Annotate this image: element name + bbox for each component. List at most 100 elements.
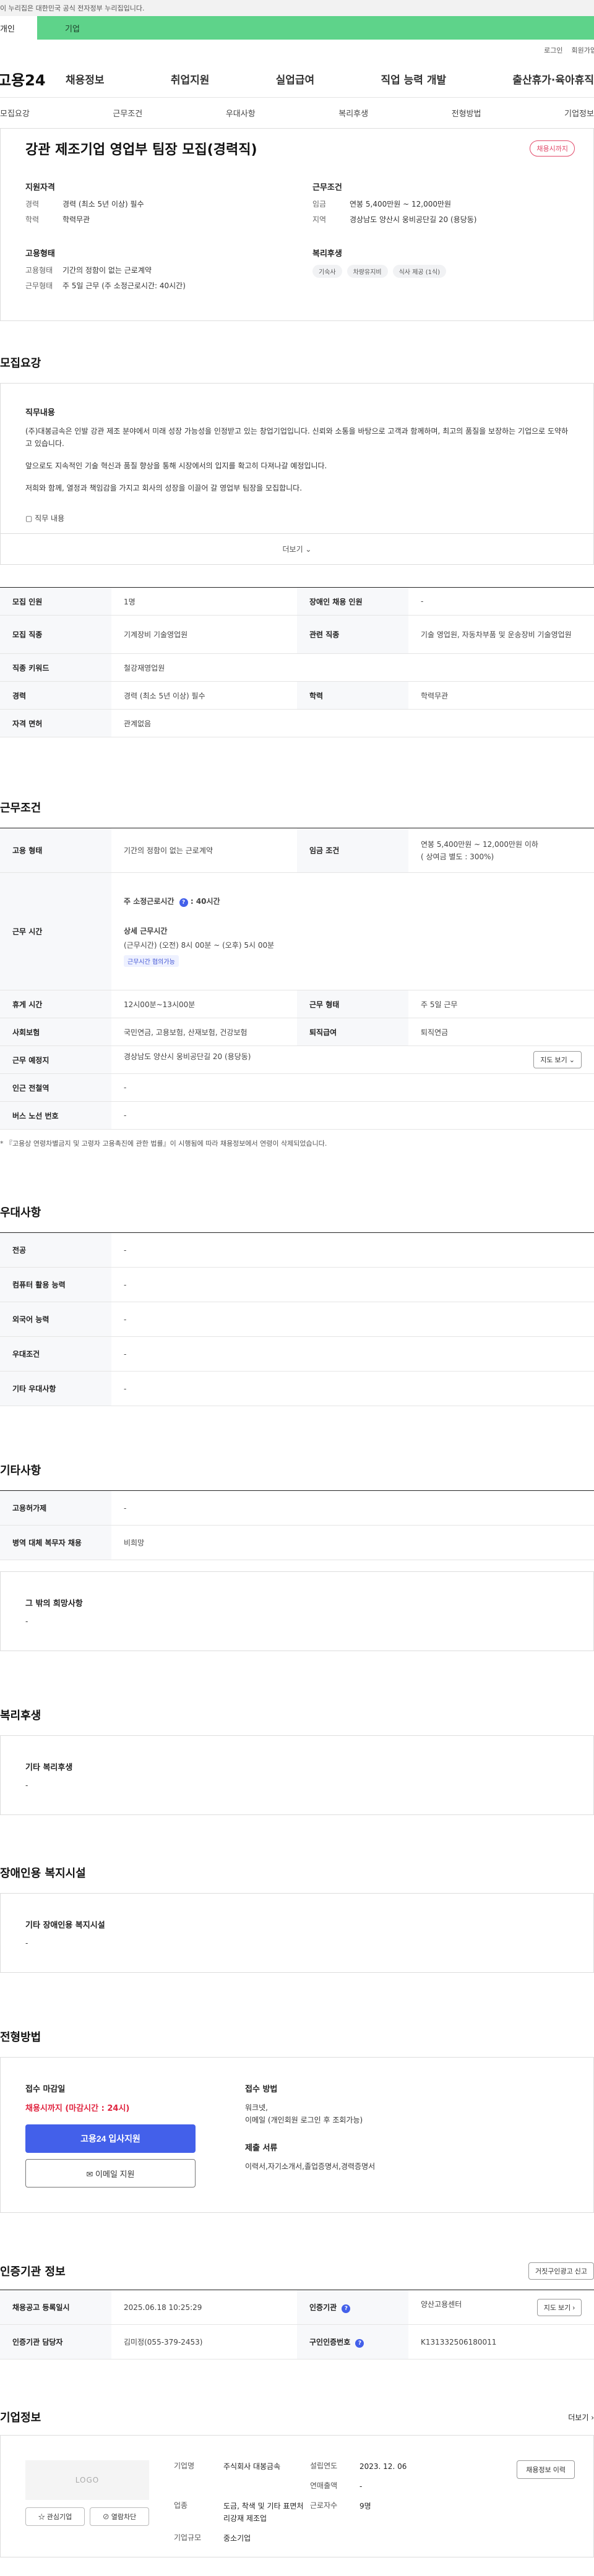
table-value: - [111, 1073, 594, 1102]
wage-sub: ( 상여금 별도 : 300%) [421, 852, 494, 861]
section-title-welfare: 복리후생 [0, 1709, 41, 1722]
job-description-check: ▢ 직무 내용 [25, 514, 65, 523]
table-value: 12시00분~13시00분 [111, 990, 297, 1018]
anchor-recruit[interactable]: 모집요강 [0, 107, 30, 119]
summary-employment: 고용형태 고용형태 기간의 정함이 없는 근로계약 근무형태 주 5일 근무 (주 … [25, 247, 288, 296]
info-icon[interactable]: ? [342, 2304, 351, 2313]
anchor-work[interactable]: 근무조건 [113, 107, 142, 119]
table-key: 인증기관 담당자 [0, 2324, 111, 2359]
table-value: - [111, 1336, 594, 1372]
more-button[interactable]: 더보기 ⌄ [1, 533, 593, 564]
anchor-pref[interactable]: 우대사항 [226, 107, 256, 119]
table-value: K131332506180011 [408, 2324, 594, 2359]
report-fake-ad-button[interactable]: 거짓구인광고 신고 [528, 2262, 594, 2280]
detail-hours-value: (근무시간) (오전) 8시 00분 ~ (오후) 5시 00분 [124, 941, 275, 950]
label: 업종 [174, 2501, 188, 2510]
table-key: 전공 [0, 1232, 111, 1268]
anchor-company[interactable]: 기업정보 [564, 107, 594, 119]
table-value: 기술 영업원, 자동차부품 및 운송장비 기술영업원 [408, 615, 594, 654]
table-value: 경상남도 양산시 웅비공단길 20 (용당동) 지도 보기 ⌄ [111, 1045, 594, 1074]
deadline-value: 채용시까지 (마감시간 : 24시) [25, 2104, 130, 2113]
label: 경력 [25, 200, 40, 208]
table-value: 비희망 [111, 1525, 594, 1560]
table-row: 고용 형태 기간의 정함이 없는 근로계약 임금 조건 연봉 5,400만원 ~ … [0, 828, 594, 873]
job-history-button[interactable]: 채용정보 이력 [517, 2460, 575, 2479]
info-icon[interactable]: ? [179, 898, 188, 907]
table-value: 철강재영업원 [111, 653, 594, 682]
label: 고용형태 [25, 266, 53, 275]
table-key: 근무 시간 [0, 872, 111, 990]
table-key: 기타 우대사항 [0, 1371, 111, 1406]
gov-banner-text: 이 누리집은 대한민국 공식 전자정부 누리집입니다. [0, 4, 145, 12]
label: 임금 [312, 200, 327, 208]
table-key: 버스 노선 번호 [0, 1101, 111, 1130]
pref-table: 전공 - 컴퓨터 활용 능력 - 외국어 능력 - 우대조건 - 기타 우대사항 - [0, 1232, 594, 1406]
job-title: 강관 제조기업 영업부 팀장 모집(경력직) [25, 142, 257, 158]
job-description-text: 앞으로도 지속적인 기술 혁신과 품질 향상을 통해 시장에서의 입지를 확고히… [25, 462, 327, 470]
value: 주식회사 대봉금속 [223, 2462, 281, 2471]
deadline-badge: 채용시까지 [530, 140, 575, 157]
login-link[interactable]: 로그인 [544, 45, 562, 55]
agency-table: 채용공고 등록일시 2025.06.18 10:25:29 인증기관 ? 양산고용… [0, 2290, 594, 2359]
table-value: 2025.06.18 10:25:29 [111, 2290, 297, 2325]
label: 지역 [312, 215, 327, 224]
tab-person[interactable]: 개인 [0, 16, 37, 40]
welfare-box-title: 기타 복리후생 [25, 1763, 73, 1772]
docs-value: 이력서,자기소개서,졸업증명서,경력증명서 [245, 2162, 376, 2171]
label: 설립연도 [310, 2462, 338, 2470]
table-key: 임금 조건 [297, 828, 408, 873]
section-title-recruit: 모집요강 [0, 357, 41, 370]
welfare-chip: 차량유지비 [346, 265, 388, 278]
tab-company[interactable]: 기업 [37, 16, 594, 40]
info-icon[interactable]: ? [355, 2338, 364, 2348]
company-header: 기업정보 더보기 › [0, 2409, 594, 2425]
company-more-link[interactable]: 더보기 › [568, 2412, 594, 2423]
anchor-apply[interactable]: 전형방법 [452, 107, 481, 119]
gnb-item-parental-leave[interactable]: 출산휴가·육아휴직 [512, 71, 594, 87]
weekly-hours: 주 소정근로시간 ? : 40시간 [124, 897, 220, 907]
company-box: LOGO ☆ 관심기업 ⊘ 열람차단 기업명 주식회사 대봉금속 설립연도 2023… [0, 2435, 594, 2557]
table-value: 1명 [111, 587, 297, 616]
value: 경상남도 양산시 웅비공단길 20 (용당동) [350, 215, 477, 224]
site-logo[interactable]: 고용24 [0, 68, 66, 90]
value: 도금, 착색 및 기타 표면처리강재 제조업 [223, 2502, 304, 2523]
table-key: 인증기관 ? [297, 2290, 408, 2325]
table-value: - [408, 587, 594, 616]
table-key: 모집 직종 [0, 615, 111, 654]
agency-name: 양산고용센터 [421, 2299, 462, 2309]
gnb-item-jobs[interactable]: 채용정보 [66, 71, 105, 87]
gnb-item-employment-support[interactable]: 취업지원 [171, 71, 210, 87]
favorite-company-button[interactable]: ☆ 관심기업 [25, 2507, 85, 2526]
map-button[interactable]: 지도 보기 ⌄ [533, 1051, 582, 1068]
agency-map-button[interactable]: 지도 보기 › [536, 2298, 582, 2316]
join-link[interactable]: 회원가입 [572, 45, 594, 55]
table-value: - [111, 1101, 594, 1130]
table-row: 모집 인원 1명 장애인 채용 인원 - [0, 587, 594, 616]
label: 근무형태 [25, 281, 53, 290]
etc-wish-box: 그 밖의 희망사항 - [0, 1571, 594, 1651]
company-info: 기업명 주식회사 대봉금속 설립연도 2023. 12. 06 연매출액 - 업종 도금… [174, 2460, 492, 2544]
value: 중소기업 [223, 2534, 251, 2543]
etc-wish-value: - [25, 1617, 28, 1626]
weekly-hours-value: 40시간 [196, 897, 220, 906]
weekly-hours-label: 주 소정근로시간 [124, 897, 174, 906]
table-key: 자격 면허 [0, 709, 111, 737]
job-description-title: 직무내용 [25, 408, 55, 418]
disabled-facility-box: 기타 장애인용 복지시설 - [0, 1893, 594, 1973]
table-row: 컴퓨터 활용 능력 - [0, 1267, 594, 1302]
section-title-etc: 기타사항 [0, 1464, 41, 1477]
table-row: 우대조건 - [0, 1336, 594, 1372]
apply-button[interactable]: 고용24 입사지원 [25, 2124, 196, 2153]
member-type-tabs: 개인 기업 [0, 16, 594, 40]
email-apply-button[interactable]: ✉ 이메일 지원 [25, 2159, 196, 2187]
summary-welfare-title: 복리후생 [312, 249, 342, 259]
cert-label: 구인인증번호 [309, 2337, 351, 2346]
anchor-welfare[interactable]: 복리후생 [338, 107, 368, 119]
gnb-item-job-training[interactable]: 직업 능력 개발 [381, 71, 446, 87]
table-value: 김미정(055-379-2453) [111, 2324, 297, 2359]
gnb-item-unemployment-benefit[interactable]: 실업급여 [276, 71, 315, 87]
table-row: 기타 우대사항 - [0, 1371, 594, 1406]
value: - [359, 2482, 363, 2491]
block-company-button[interactable]: ⊘ 열람차단 [90, 2507, 149, 2526]
table-value: 양산고용센터 지도 보기 › [408, 2290, 594, 2325]
